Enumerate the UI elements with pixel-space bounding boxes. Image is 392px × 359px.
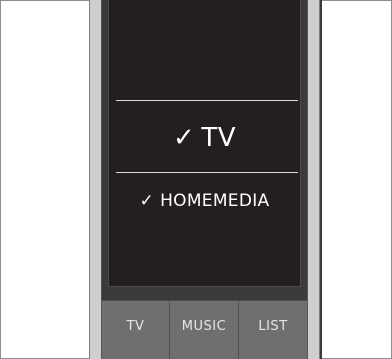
softkey-tv-label: TV	[126, 318, 145, 334]
menu-item-homemedia-label: HOMEMEDIA	[160, 191, 270, 211]
menu-item-selected[interactable]: ✓ TV	[108, 121, 301, 155]
checkmark-icon: ✓	[139, 191, 155, 211]
softkey-music-label: MUSIC	[181, 318, 227, 334]
menu-item-homemedia[interactable]: ✓ HOMEMEDIA	[108, 189, 301, 213]
softkey-bar: TV MUSIC LIST	[102, 300, 307, 359]
softkey-list-label: LIST	[258, 318, 288, 334]
selection-divider-bottom	[116, 172, 298, 173]
softkey-music[interactable]: MUSIC	[170, 301, 239, 359]
device-bezel-right	[307, 0, 320, 359]
menu-item-selected-label: TV	[201, 123, 236, 153]
canvas: ✓ TV ✓ HOMEMEDIA TV MUSIC LIST	[0, 0, 392, 359]
softkey-list[interactable]: LIST	[239, 301, 307, 359]
device-bezel-left	[89, 0, 102, 359]
softkey-bar-gap	[102, 287, 307, 300]
selection-divider-top	[116, 100, 298, 101]
softkey-tv[interactable]: TV	[102, 301, 170, 359]
checkmark-icon: ✓	[173, 123, 196, 153]
